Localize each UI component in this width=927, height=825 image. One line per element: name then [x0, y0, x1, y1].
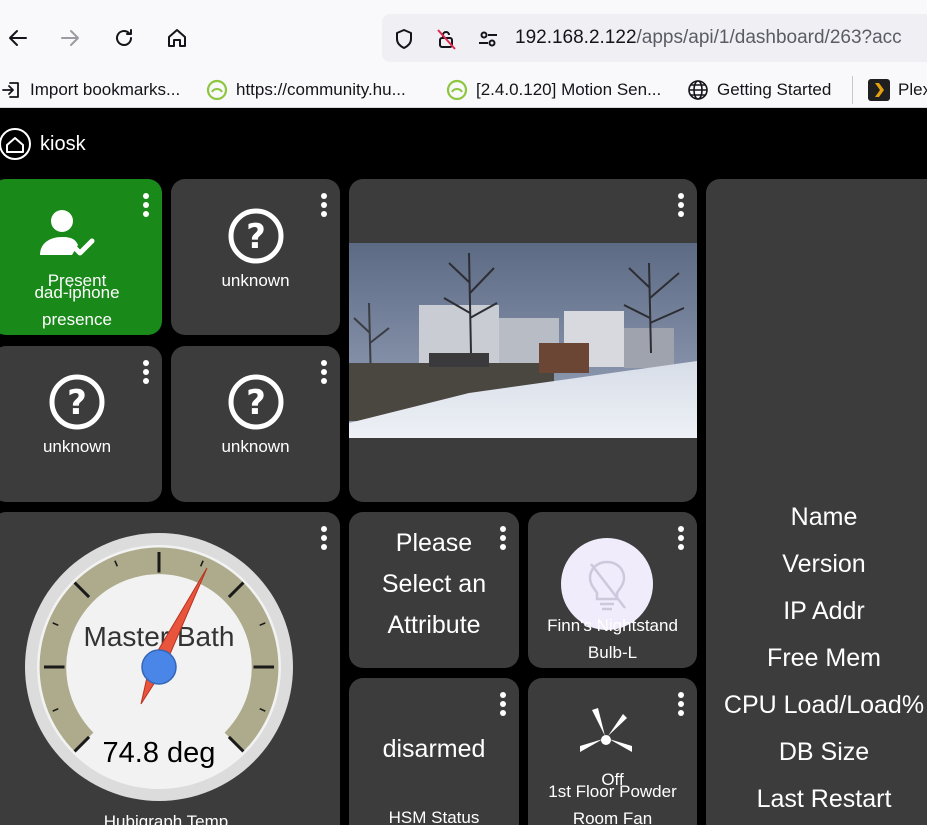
hsm-state: disarmed — [382, 735, 486, 763]
plex-icon — [868, 79, 890, 101]
user-check-icon — [40, 210, 95, 256]
url-bar[interactable]: 192.168.2.122/apps/api/1/dashboard/263?a… — [382, 14, 927, 62]
gauge-tile[interactable]: Master Bath 74.8 deg Hubigraph Temp — [0, 512, 340, 825]
reload-icon — [116, 29, 132, 46]
shield-icon[interactable] — [391, 26, 417, 52]
question-circle-icon: ? — [49, 374, 105, 430]
bookmark-label: https://community.hu... — [236, 80, 406, 99]
tile-menu-icon[interactable] — [677, 692, 685, 718]
hub-info-tile[interactable]: Name Version IP Addr Free Mem CPU Load/L… — [706, 179, 927, 825]
svg-text:?: ? — [67, 383, 87, 423]
hub-info-row: CPU Load/Load% — [723, 691, 925, 719]
dashboard-title: kiosk — [40, 132, 86, 155]
question-circle-icon: ? — [228, 374, 283, 430]
back-arrow-icon — [9, 30, 27, 46]
hub-info-row: Version — [782, 550, 866, 578]
insecure-lock-icon[interactable] — [433, 26, 459, 52]
tile-menu-icon[interactable] — [677, 193, 685, 219]
bookmark-plex[interactable]: Plex — [868, 78, 927, 102]
bookmarks-toolbar: Import bookmarks... https://community.hu… — [0, 72, 927, 108]
hsm-label: HSM Status — [388, 808, 480, 825]
attribute-tile[interactable]: Please Select an Attribute — [349, 512, 519, 668]
hub-info-row: Last Restart — [756, 785, 892, 813]
bulb-name-line1: Finn's Nightstand — [547, 616, 678, 635]
hub-info-row: IP Addr — [783, 597, 865, 625]
home-icon — [168, 29, 186, 47]
dashboard: kiosk Present dad-iphone presence ? unkn… — [0, 108, 927, 825]
attribute-line: Select an — [381, 570, 487, 598]
url-path: /apps/api/1/dashboard/263?acc — [636, 27, 902, 48]
gauge-label: Hubigraph Temp — [103, 812, 229, 825]
attribute-line: Please — [395, 529, 473, 557]
url-text[interactable]: 192.168.2.122/apps/api/1/dashboard/263?a… — [515, 27, 902, 49]
fan-icon — [580, 708, 632, 752]
gauge-value: 74.8 deg — [103, 737, 216, 769]
tile-menu-icon[interactable] — [142, 193, 150, 219]
hub-info-row: Free Mem — [767, 644, 881, 672]
tile-menu-icon[interactable] — [320, 193, 328, 219]
back-button[interactable] — [2, 22, 34, 54]
fan-name-line1: 1st Floor Powder — [548, 782, 677, 801]
presence-tile[interactable]: Present dad-iphone presence — [0, 179, 162, 335]
dashboard-header: kiosk — [0, 126, 86, 162]
forward-arrow-icon — [61, 30, 79, 46]
forward-button[interactable] — [54, 22, 86, 54]
tile-menu-icon[interactable] — [499, 692, 507, 718]
hubitat-icon — [446, 79, 468, 101]
hub-info-row: Name — [790, 503, 858, 531]
unknown-tile[interactable]: ? unknown — [171, 179, 340, 335]
temperature-gauge: Master Bath 74.8 deg — [25, 533, 293, 801]
hsm-tile[interactable]: disarmed HSM Status — [349, 678, 519, 825]
presence-device-name: dad-iphone — [34, 283, 120, 302]
tile-menu-icon[interactable] — [142, 360, 150, 386]
import-icon — [0, 79, 22, 101]
tile-menu-icon[interactable] — [677, 526, 685, 552]
globe-icon — [687, 79, 709, 101]
camera-image — [349, 243, 697, 438]
bookmark-label: Plex — [898, 80, 927, 99]
hub-info-row: DB Size — [778, 738, 870, 766]
bookmark-separator — [852, 76, 853, 104]
home-button[interactable] — [161, 22, 193, 54]
fan-tile[interactable]: Off 1st Floor Powder Room Fan — [528, 678, 697, 825]
bookmark-label: Getting Started — [717, 80, 832, 99]
url-host: 192.168.2.122 — [515, 27, 637, 48]
attribute-message: Please Select an Attribute — [349, 523, 519, 646]
permissions-icon[interactable] — [475, 26, 501, 52]
reload-button[interactable] — [108, 22, 140, 54]
svg-text:?: ? — [246, 217, 266, 257]
svg-text:?: ? — [246, 383, 266, 423]
hub-info-list: Name Version IP Addr Free Mem CPU Load/L… — [706, 497, 927, 825]
hubitat-home-icon[interactable] — [0, 127, 32, 161]
bulb-tile[interactable]: Finn's Nightstand Bulb-L — [528, 512, 697, 668]
gauge-title: Master Bath — [84, 621, 235, 652]
bulb-name-line2: Bulb-L — [587, 643, 638, 662]
bookmark-community[interactable]: https://community.hu... — [206, 78, 406, 102]
hubitat-icon — [206, 79, 228, 101]
unknown-tile[interactable]: ? unknown — [171, 346, 340, 502]
tile-menu-icon[interactable] — [320, 360, 328, 386]
tile-state: unknown — [221, 271, 290, 290]
bookmark-label: [2.4.0.120] Motion Sen... — [476, 80, 662, 99]
tile-state: unknown — [42, 437, 112, 456]
bookmark-motion-sensor[interactable]: [2.4.0.120] Motion Sen... — [446, 78, 661, 102]
tile-menu-icon[interactable] — [320, 526, 328, 552]
presence-attribute: presence — [42, 310, 112, 329]
unknown-tile[interactable]: ? unknown — [0, 346, 162, 502]
bookmark-label: Import bookmarks... — [30, 80, 181, 99]
bookmark-getting-started[interactable]: Getting Started — [687, 78, 831, 102]
fan-name-line2: Room Fan — [572, 809, 653, 825]
browser-toolbar: 192.168.2.122/apps/api/1/dashboard/263?a… — [0, 0, 927, 72]
attribute-line: Attribute — [387, 611, 481, 639]
bookmark-import[interactable]: Import bookmarks... — [0, 78, 180, 102]
camera-tile[interactable] — [349, 179, 697, 502]
tile-state: unknown — [221, 437, 290, 456]
question-circle-icon: ? — [228, 208, 283, 264]
